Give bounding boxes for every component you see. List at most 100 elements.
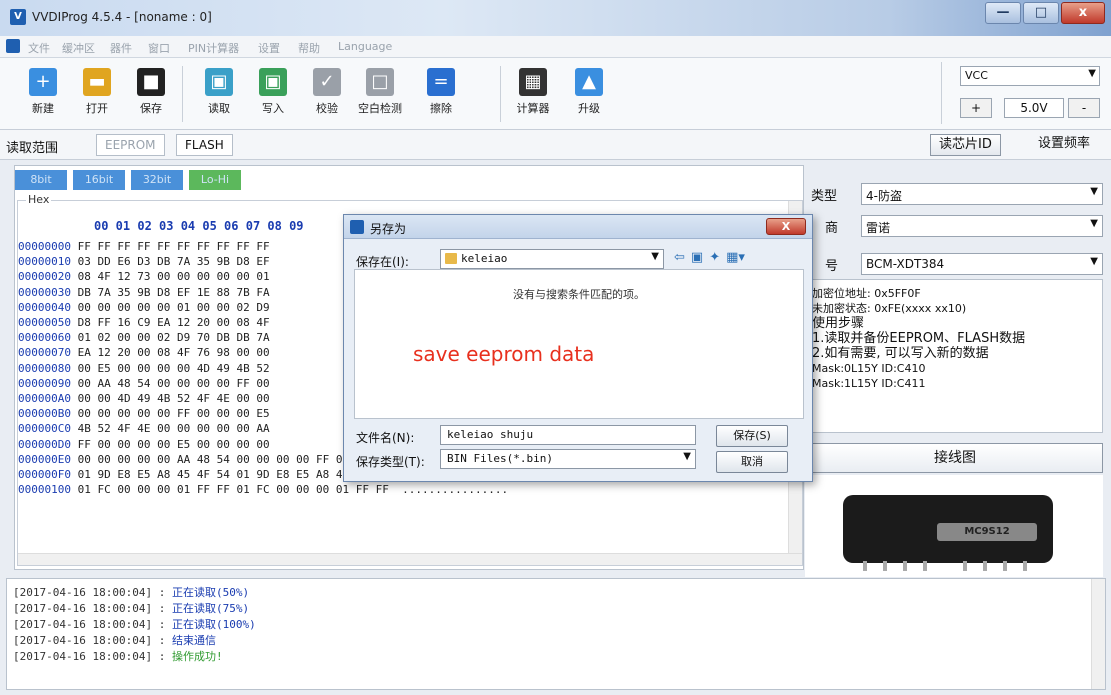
hex-bytes: DB 7A 35 9B D8 EF 1E 88 7B FA [70,285,270,299]
pin [1023,561,1027,571]
type-label: 类型 [811,189,838,204]
app-icon [350,220,364,234]
file-list[interactable]: 没有与搜索条件匹配的项。 save eeprom data [354,269,804,419]
menu-app-icon [6,39,20,53]
hex-bytes: 00 E5 00 00 00 00 4D 49 4B 52 [70,361,270,375]
device-panel: 类型 4-防盗 ▼ 商 雷诺 ▼ 号 BCM-XDT384 ▼ 加密位地址: 0… [805,165,1111,577]
save-button[interactable]: ■ 保存 [128,64,174,116]
type-select[interactable]: 4-防盗 ▼ [861,183,1103,205]
up-folder-icon[interactable]: ▣ [691,250,703,265]
log-message: 操作成功! [171,650,223,663]
voltage-plus-button[interactable]: + [960,98,992,118]
menu-settings[interactable]: 设置 [258,40,280,56]
vcc-select[interactable]: VCC ▼ [960,66,1100,86]
16bit-button[interactable]: 16bit [73,170,125,190]
menu-window[interactable]: 窗口 [148,40,170,56]
eeprom-tab[interactable]: EEPROM [96,134,165,156]
log-line: [2017-04-16 18:00:04] : 结束通信 [13,633,1099,649]
app-icon: V [10,9,26,25]
log-line: [2017-04-16 18:00:04] : 正在读取(75%) [13,601,1099,617]
new-file-icon: + [29,68,57,96]
hex-bytes: 08 4F 12 73 00 00 00 00 00 01 [70,270,270,284]
hex-bytes: 03 DD E6 D3 DB 7A 35 9B D8 EF [70,255,270,269]
hex-bytes: 00 AA 48 54 00 00 00 00 FF 00 [70,376,270,390]
set-frequency-button[interactable]: 设置频率 [1030,134,1098,156]
log-line: [2017-04-16 18:00:04] : 操作成功! [13,649,1099,665]
new-folder-icon[interactable]: ✦ [709,250,720,265]
hex-bytes: 4B 52 4F 4E 00 00 00 00 00 AA [70,422,270,436]
menu-help[interactable]: 帮助 [298,40,320,56]
calculator-label: 计算器 [516,102,550,115]
maker-value: 雷诺 [866,221,891,235]
erase-button[interactable]: = 擦除 [418,64,464,116]
menu-file[interactable]: 文件 [28,40,50,56]
pin [983,561,987,571]
hex-address: 00000060 [18,331,71,345]
save-in-select[interactable]: keleiao ▼ [440,249,664,269]
erase-icon: = [427,68,455,96]
dialog-save-button[interactable]: 保存(S) [716,425,788,447]
filetype-select[interactable]: BIN Files(*.bin) ▼ [440,449,696,469]
save-icon: ■ [137,68,165,96]
info-line: Mask:0L15Y ID:C410 [812,362,926,375]
chevron-down-icon: ▼ [1090,186,1098,197]
calculator-icon: ▦ [519,68,547,96]
log-timestamp: [2017-04-16 18:00:04] : [13,586,166,599]
vcc-select-value: VCC [965,69,988,82]
toolbar-separator [182,66,183,122]
info-line: Mask:1L15Y ID:C411 [812,377,926,390]
maker-select[interactable]: 雷诺 ▼ [861,215,1103,237]
close-button[interactable]: x [1061,2,1105,24]
log-scrollbar[interactable] [1091,579,1105,689]
dialog-cancel-button[interactable]: 取消 [716,451,788,473]
chevron-down-icon: ▼ [1088,68,1096,79]
log-line: [2017-04-16 18:00:04] : 正在读取(100%) [13,617,1099,633]
pin [1003,561,1007,571]
read-range-label: 读取范围 [6,141,59,156]
read-chip-id-button[interactable]: 读芯片ID [930,134,1001,156]
hex-address: 000000C0 [18,422,71,436]
log-line: [2017-04-16 18:00:04] : 正在读取(50%) [13,585,1099,601]
32bit-button[interactable]: 32bit [131,170,183,190]
hex-column-header: 00 01 02 03 04 05 06 07 08 09 [94,219,304,233]
open-button[interactable]: ▬ 打开 [74,64,120,116]
filename-input[interactable]: keleiao shuju [440,425,696,445]
toolbar: + 新建 ▬ 打开 ■ 保存 ▣ 读取 ▣ 写入 ✓ 校验 □ 空白检测 = 擦… [0,58,1111,130]
log-timestamp: [2017-04-16 18:00:04] : [13,650,166,663]
menu-device[interactable]: 器件 [110,40,132,56]
verify-button[interactable]: ✓ 校验 [304,64,350,116]
read-button[interactable]: ▣ 读取 [196,64,242,116]
blank-check-button[interactable]: □ 空白检测 [350,64,410,116]
menu-language[interactable]: Language [338,40,392,53]
hex-bytes: FF 00 00 00 00 E5 00 00 00 00 [70,437,270,451]
hex-bytes: EA 12 20 00 08 4F 76 98 00 00 [70,346,270,360]
new-button[interactable]: + 新建 [20,64,66,116]
hex-horizontal-scrollbar[interactable] [18,553,802,565]
8bit-button[interactable]: 8bit [15,170,67,190]
view-menu-icon[interactable]: ▦▾ [726,250,745,265]
chevron-down-icon: ▼ [1090,256,1098,267]
menu-buffer[interactable]: 缓冲区 [62,40,95,56]
upgrade-label: 升级 [578,102,600,115]
back-icon[interactable]: ⇦ [674,250,685,265]
flash-tab[interactable]: FLASH [176,134,233,156]
maximize-button[interactable]: □ [1023,2,1059,24]
hex-legend: Hex [26,193,52,206]
calculator-button[interactable]: ▦ 计算器 [510,64,556,116]
annotation-text: save eeprom data [413,342,595,366]
hex-bytes: 01 FC 00 00 00 01 FF FF 01 FC 00 00 00 0… [70,483,509,497]
dialog-close-button[interactable]: X [766,218,806,235]
read-icon: ▣ [205,68,233,96]
dialog-title: 另存为 [370,222,407,236]
menu-pin-calc[interactable]: PIN计算器 [188,40,239,56]
log-message: 正在读取(50%) [171,586,250,599]
chevron-down-icon: ▼ [683,451,691,462]
upgrade-button[interactable]: ▲ 升级 [566,64,612,116]
hex-address: 00000020 [18,270,71,284]
write-button[interactable]: ▣ 写入 [250,64,296,116]
wiring-diagram-button[interactable]: 接线图 [807,443,1103,473]
minimize-button[interactable]: — [985,2,1021,24]
model-select[interactable]: BCM-XDT384 ▼ [861,253,1103,275]
voltage-minus-button[interactable]: - [1068,98,1100,118]
lo-hi-button[interactable]: Lo-Hi [189,170,241,190]
